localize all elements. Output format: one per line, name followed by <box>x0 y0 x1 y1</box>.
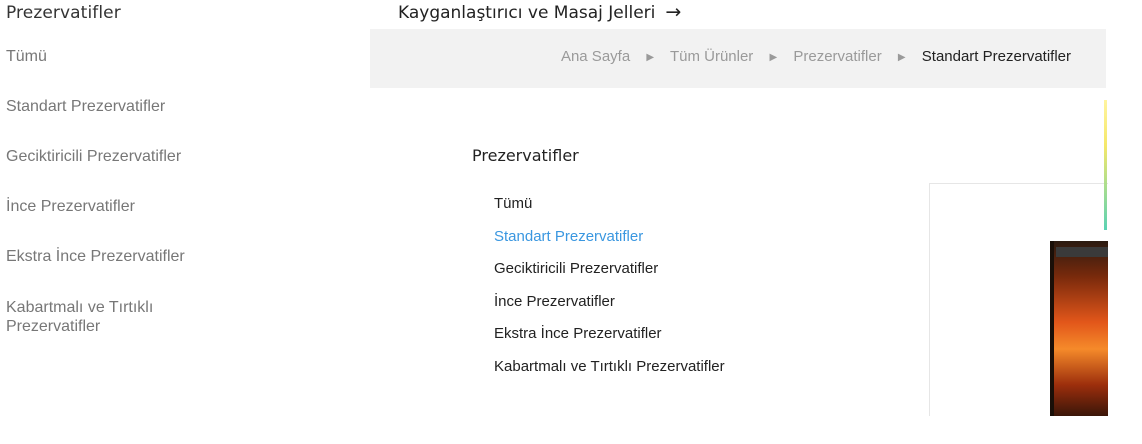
chevron-right-icon: ▶ <box>769 52 778 63</box>
panel-item-thin[interactable]: İnce Prezervatifler <box>494 293 725 326</box>
sidebar-list: Tümü Standart Prezervatifler Geciktirici… <box>6 48 266 368</box>
breadcrumb-trail: Ana Sayfa ▶ Tüm Ürünler ▶ Prezervatifler… <box>561 48 1071 65</box>
breadcrumb-home-link[interactable]: Ana Sayfa <box>561 48 630 65</box>
chevron-right-icon: ▶ <box>646 52 655 63</box>
sidebar-item-extra-thin[interactable]: Ekstra İnce Prezervatifler <box>6 248 266 266</box>
breadcrumb: Ana Sayfa ▶ Tüm Ürünler ▶ Prezervatifler… <box>370 29 1106 88</box>
box-spine <box>1050 241 1054 416</box>
panel-category-list: Tümü Standart Prezervatifler Geciktirici… <box>494 195 725 391</box>
panel-title: Prezervatifler <box>472 146 579 165</box>
sidebar-item-all[interactable]: Tümü <box>6 48 266 66</box>
menu-link-label: Kayganlaştırıcı ve Masaj Jelleri <box>398 3 656 23</box>
sidebar-item-thin[interactable]: İnce Prezervatifler <box>6 198 266 216</box>
sidebar-item-standard[interactable]: Standart Prezervatifler <box>6 98 266 116</box>
sidebar-title: Prezervatifler <box>6 3 121 23</box>
panel-item-ribbed[interactable]: Kabartmalı ve Tırtıklı Prezervatifler <box>494 358 725 391</box>
category-sidebar: Prezervatifler Tümü Standart Prezervatif… <box>0 0 368 444</box>
product-image[interactable] <box>929 183 1108 416</box>
sidebar-item-ribbed[interactable]: Kabartmalı ve Tırtıklı Prezervatifler <box>6 298 236 336</box>
product-box-image <box>1050 241 1108 416</box>
menu-link-lubricants[interactable]: Kayganlaştırıcı ve Masaj Jelleri → <box>398 1 681 23</box>
panel-item-extra-thin[interactable]: Ekstra İnce Prezervatifler <box>494 325 725 358</box>
breadcrumb-condoms-link[interactable]: Prezervatifler <box>793 48 881 65</box>
chevron-right-icon: ▶ <box>897 52 906 63</box>
panel-item-all[interactable]: Tümü <box>494 195 725 228</box>
breadcrumb-all-products-link[interactable]: Tüm Ürünler <box>670 48 753 65</box>
breadcrumb-current: Standart Prezervatifler <box>921 48 1071 65</box>
panel-item-delay[interactable]: Geciktiricili Prezervatifler <box>494 260 725 293</box>
sidebar-item-delay[interactable]: Geciktiricili Prezervatifler <box>6 148 266 166</box>
arrow-right-icon: → <box>665 1 682 23</box>
panel-item-standard[interactable]: Standart Prezervatifler <box>494 228 725 261</box>
box-band <box>1056 247 1108 257</box>
banner-edge-image <box>1104 100 1107 230</box>
